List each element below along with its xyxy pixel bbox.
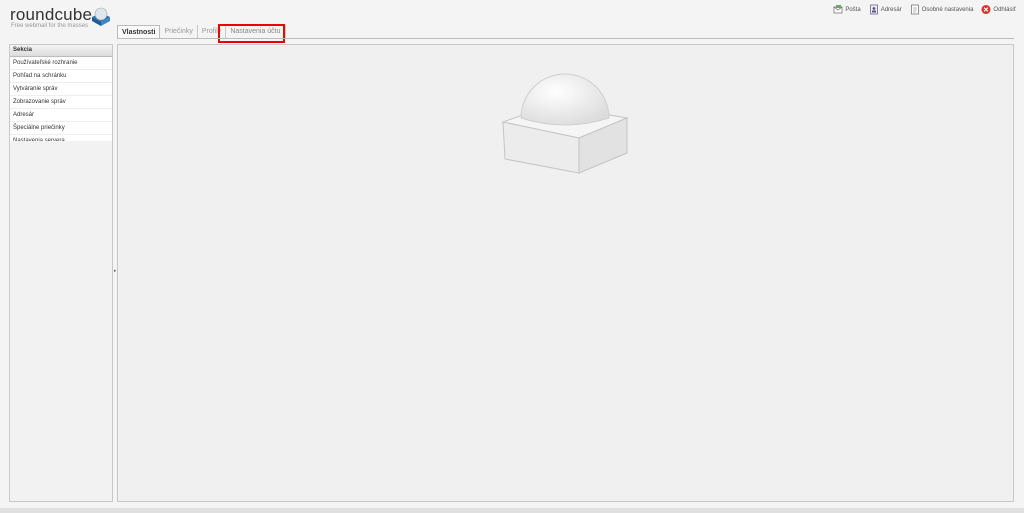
section-list: Sekcia Používateľské rozhranie Pohľad na… (9, 44, 113, 502)
highlight-box (218, 24, 285, 43)
nav-settings[interactable]: Osobné nastavenia (910, 4, 974, 15)
roundcube-logo[interactable]: roundcube Free webmail for the masses (10, 5, 110, 31)
nav-logout-label: Odhlásiť (993, 6, 1016, 13)
tab-properties[interactable]: Vlastnosti (117, 25, 161, 39)
nav-addressbook[interactable]: Adresár (869, 4, 902, 15)
logo-tagline: Free webmail for the masses (11, 23, 89, 29)
cube-logo-icon (92, 7, 110, 26)
mail-icon (833, 5, 843, 14)
nav-settings-label: Osobné nastavenia (921, 6, 974, 13)
logout-icon (981, 4, 991, 15)
preferences-frame (117, 44, 1014, 502)
section-item-user-interface[interactable]: Používateľské rozhranie (10, 57, 112, 70)
section-item-addressbook[interactable]: Adresár (10, 109, 112, 122)
nav-mail-label: Pošta (845, 6, 861, 13)
roundcube-watermark-icon (501, 73, 629, 174)
logo-text: roundcube (10, 5, 93, 24)
tab-folders[interactable]: Priečinky (160, 25, 198, 38)
bottom-bar (0, 508, 1024, 513)
section-list-header: Sekcia (10, 45, 112, 57)
section-item-mailbox-view[interactable]: Pohľad na schránku (10, 70, 112, 83)
settings-document-icon (910, 4, 919, 15)
section-item-displaying[interactable]: Zobrazovanie správ (10, 96, 112, 109)
nav-mail[interactable]: Pošta (833, 4, 861, 15)
section-item-composing[interactable]: Vytváranie správ (10, 83, 112, 96)
section-list-empty-area (10, 141, 112, 501)
top-navigation: Pošta Adresár Osobné nastavenia Odhlásiť (833, 4, 1016, 15)
section-item-special-folders[interactable]: Špeciálne priečinky (10, 122, 112, 135)
nav-addressbook-label: Adresár (880, 6, 902, 13)
tab-divider (117, 38, 1014, 39)
nav-logout[interactable]: Odhlásiť (981, 4, 1016, 15)
address-book-icon (869, 4, 878, 15)
